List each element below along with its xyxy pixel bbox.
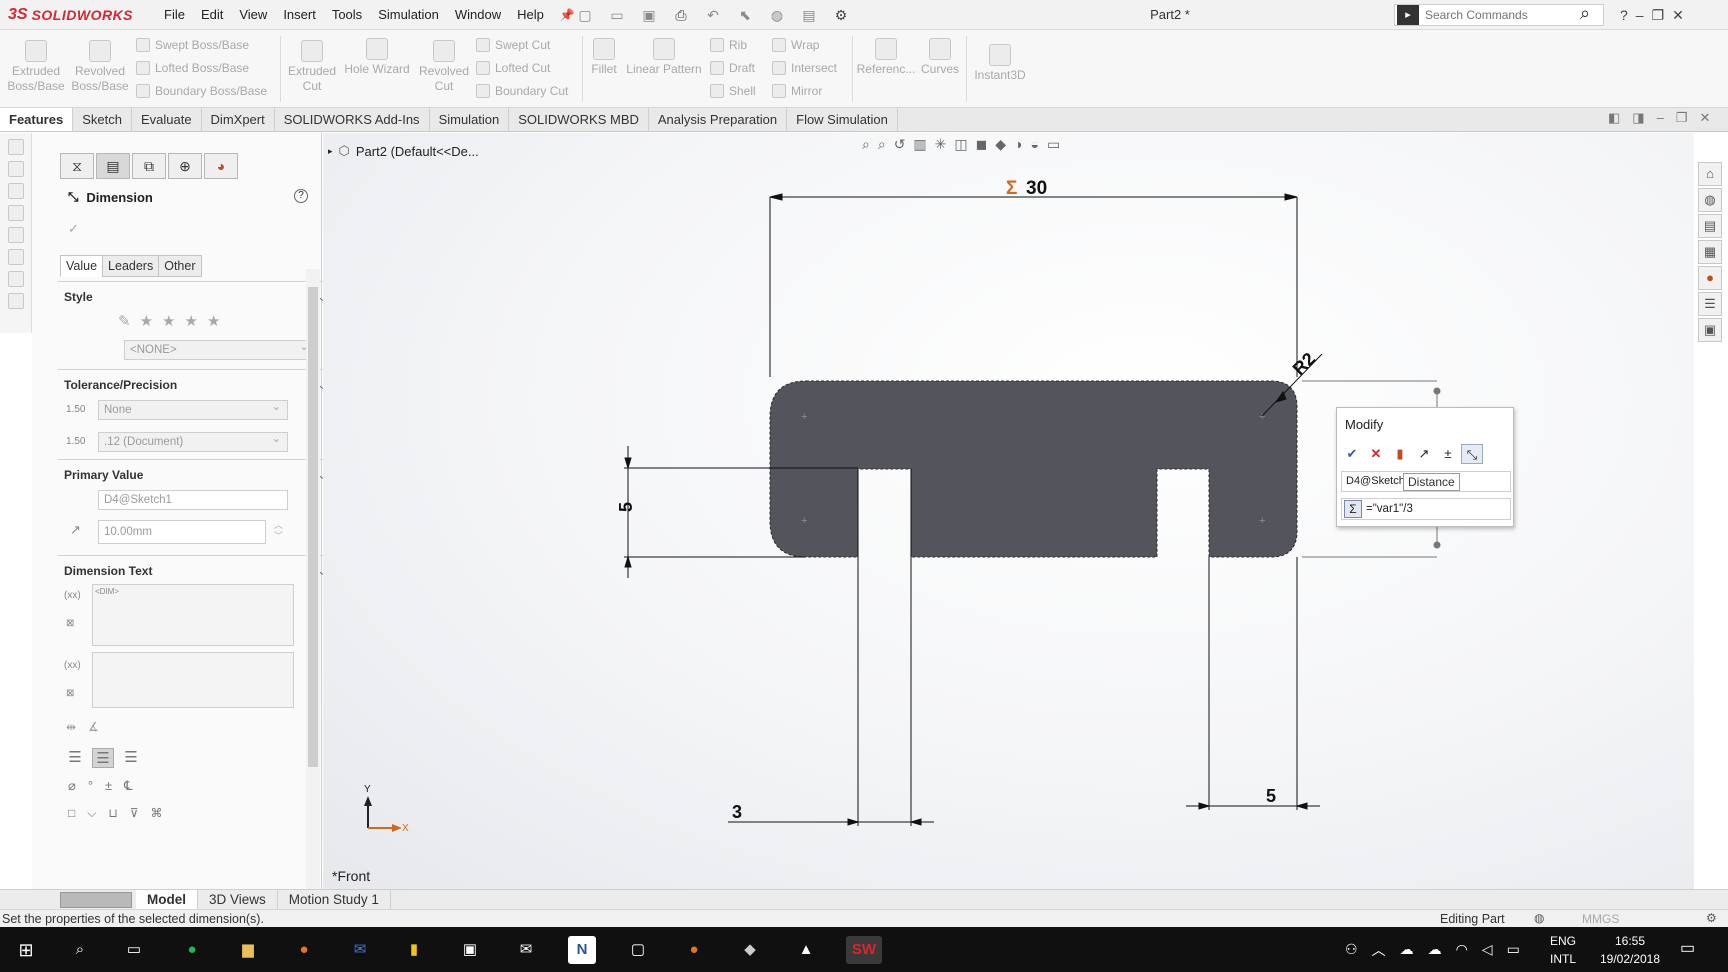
people-icon[interactable]: ⚇ — [1345, 941, 1358, 958]
git-icon[interactable]: ◆ — [736, 936, 764, 964]
show-hidden-icon[interactable]: ︿ — [1372, 940, 1386, 960]
task-view-icon[interactable]: ▭ — [120, 936, 148, 964]
spotify-icon[interactable]: ● — [178, 936, 206, 964]
dimension-width[interactable] — [769, 193, 1298, 377]
width-dimension-text[interactable]: 30 — [1026, 178, 1047, 199]
modify-value-row: Σ — [1341, 498, 1511, 520]
tab-navigation-arrows[interactable] — [60, 892, 132, 908]
search-icon[interactable]: ⌕ — [66, 936, 94, 964]
equation-sigma-icon[interactable]: Σ — [1344, 500, 1362, 518]
clock-time: 16:55 — [1614, 934, 1646, 948]
windows-taskbar: ⊞ ⌕ ▭ ● ▆ ● ✉ ▮ ▣ ✉ N ▢ ● ◆ ▲ SW ⚇ ︿ ☁ ☁… — [0, 927, 1728, 972]
chrome-icon[interactable]: ● — [680, 936, 708, 964]
solidworks-taskbar-icon[interactable]: SW — [846, 936, 882, 964]
tab-motion-study[interactable]: Motion Study 1 — [278, 890, 391, 909]
reverse-direction-icon[interactable]: ↗ — [1413, 444, 1435, 464]
forum-icon[interactable]: ▣ — [1698, 318, 1722, 342]
app-window-icon[interactable]: ▢ — [624, 936, 652, 964]
status-settings-icon[interactable]: ⚙ — [1706, 911, 1717, 925]
tab-model[interactable]: Model — [136, 890, 198, 909]
task-pane: ⌂ ◍ ▤ ▦ ● ☰ ▣ — [1694, 160, 1726, 344]
language-indicator[interactable]: ENG INTL — [1550, 932, 1576, 968]
slot-right-dimension-text[interactable]: 5 — [1266, 786, 1276, 806]
modify-dialog: Modify ✔ ✕ ▮ ↗ ± ⤡ D4@Sketch Distance Σ — [1336, 407, 1514, 527]
triad-x-label: X — [402, 823, 409, 834]
equation-input[interactable] — [1362, 503, 1502, 515]
status-mode: Editing Part — [1440, 912, 1505, 926]
appearances-icon[interactable]: ● — [1698, 266, 1722, 290]
status-message: Set the properties of the selected dimen… — [2, 912, 264, 926]
photos-icon[interactable]: ▲ — [792, 936, 820, 964]
rebuild-icon[interactable]: ▮ — [1389, 444, 1411, 464]
notifications-icon[interactable]: ▭ — [1680, 938, 1695, 958]
outlook-icon[interactable]: ✉ — [346, 936, 374, 964]
width-sigma-icon: Σ — [1006, 178, 1017, 199]
chrome-icon[interactable]: ● — [290, 936, 318, 964]
view-orientation-label: *Front — [332, 868, 371, 884]
bottom-tabs-list: Model 3D Views Motion Study 1 — [136, 890, 391, 909]
design-library-icon[interactable]: ▤ — [1698, 214, 1722, 238]
sticky-notes-icon[interactable]: ▮ — [400, 936, 428, 964]
modify-title: Modify — [1345, 417, 1384, 432]
dimension-slot-right[interactable] — [1186, 557, 1320, 810]
svg-text:+: + — [801, 411, 807, 423]
model-tabs-bar: Model 3D Views Motion Study 1 — [0, 889, 1728, 909]
rebuild-status-icon[interactable]: ◍ — [1534, 911, 1544, 925]
sketch-profile[interactable] — [769, 380, 1298, 558]
windows-start-icon[interactable]: ⊞ — [12, 936, 40, 964]
store-icon[interactable]: ▣ — [456, 936, 484, 964]
svg-text:+: + — [801, 515, 807, 527]
mail-icon[interactable]: ✉ — [512, 936, 540, 964]
keyboard-layout: INTL — [1550, 952, 1577, 966]
volume-icon[interactable]: ◁ — [1482, 941, 1493, 958]
file-explorer-icon[interactable]: ▦ — [1698, 240, 1722, 264]
tab-3d-views[interactable]: 3D Views — [198, 890, 278, 909]
clock-date: 19/02/2018 — [1599, 952, 1661, 966]
svg-text:+: + — [1259, 515, 1265, 527]
radius-dimension-text[interactable]: R2 — [1289, 349, 1319, 379]
wifi-icon[interactable]: ◠ — [1456, 941, 1468, 958]
file-explorer-icon[interactable]: ▆ — [234, 936, 262, 964]
onedrive-icon[interactable]: ☁ — [1400, 941, 1414, 958]
system-tray: ⚇ ︿ ☁ ☁ ◠ ◁ ▭ — [1345, 927, 1520, 972]
cancel-x-icon[interactable]: ✕ — [1365, 444, 1387, 464]
custom-properties-icon[interactable]: ☰ — [1698, 292, 1722, 316]
resources-icon[interactable]: ◍ — [1698, 188, 1722, 212]
home-icon[interactable]: ⌂ — [1698, 162, 1722, 186]
units-selector[interactable]: MMGS — [1582, 912, 1619, 926]
slot-left-dimension-text[interactable]: 3 — [732, 802, 742, 822]
triad-axes — [364, 796, 402, 832]
cloud-icon[interactable]: ☁ — [1428, 941, 1442, 958]
ok-check-icon[interactable]: ✔ — [1341, 444, 1363, 464]
modify-buttons: ✔ ✕ ▮ ↗ ± ⤡ — [1341, 444, 1483, 464]
status-bar: Set the properties of the selected dimen… — [0, 909, 1728, 927]
language-code: ENG — [1550, 934, 1577, 948]
battery-icon[interactable]: ▭ — [1507, 941, 1520, 958]
onenote-icon[interactable]: N — [568, 936, 596, 964]
mark-for-drawing-icon[interactable]: ⤡ — [1461, 444, 1483, 464]
height-dimension-text[interactable]: 5 — [616, 502, 636, 512]
distance-tooltip: Distance — [1403, 473, 1460, 491]
increment-icon[interactable]: ± — [1437, 444, 1459, 464]
clock[interactable]: 16:55 19/02/2018 — [1590, 932, 1670, 968]
triad-y-label: Y — [364, 784, 371, 795]
